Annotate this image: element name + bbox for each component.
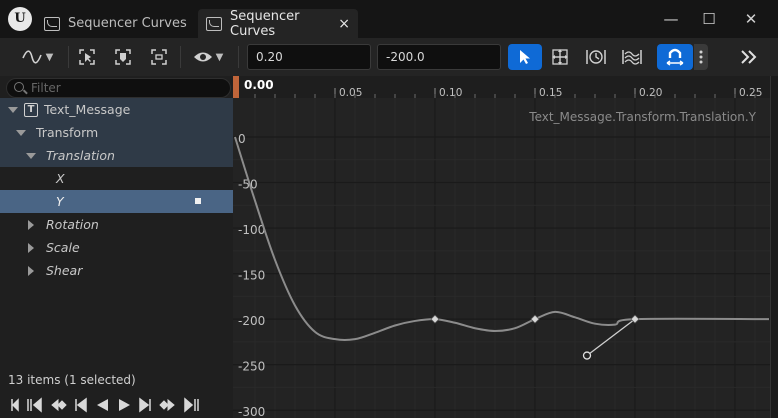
curve-editor-icon: [206, 16, 222, 31]
text-actor-icon: T: [24, 102, 38, 117]
time-tick-label: 0.05: [339, 87, 362, 99]
more-icon: [699, 50, 703, 64]
tree-item-x[interactable]: X: [0, 167, 233, 190]
tree-item-label: Transform: [36, 125, 99, 140]
time-tick-label: 0.10: [439, 87, 462, 99]
maximize-button[interactable]: ☐: [694, 9, 724, 29]
tab-label: Sequencer Curves: [230, 8, 300, 39]
value-field[interactable]: -200.0: [377, 44, 501, 70]
tree-item-text-message[interactable]: T Text_Message: [0, 98, 233, 121]
play-reverse-icon[interactable]: [94, 397, 110, 413]
time-tick-label: 0.25: [739, 87, 762, 99]
frame-selected-button[interactable]: [74, 44, 100, 70]
status-text: 13 items (1 selected): [8, 373, 136, 387]
play-icon[interactable]: [116, 397, 132, 413]
curve-tree-panel: T Text_Message Transform Translation X Y…: [0, 76, 233, 418]
value-tick-label: -250: [238, 360, 265, 374]
tree-item-transform[interactable]: Transform: [0, 121, 233, 144]
transport-controls: [0, 392, 233, 418]
tab-label: Sequencer Curves: [68, 16, 187, 31]
step-forward-icon[interactable]: [138, 397, 152, 413]
curve-graph-svg[interactable]: 0.05 0.10 0.15 0.20 0.250.000-50-100-150-200…: [233, 76, 778, 418]
multi-select-tool-button[interactable]: [618, 44, 646, 70]
tab-sequencer-curves-1[interactable]: Sequencer Curves: [36, 9, 196, 38]
curve-name-label: Text_Message.Transform.Translation.Y: [528, 110, 756, 124]
expand-arrow-icon[interactable]: [26, 152, 36, 159]
tree-item-label: Shear: [46, 263, 83, 278]
go-to-start-icon[interactable]: [10, 397, 20, 413]
minimize-button[interactable]: —: [656, 9, 686, 29]
close-window-button[interactable]: ✕: [736, 9, 766, 29]
collapsed-arrow-icon[interactable]: [28, 242, 34, 253]
fit-view-button[interactable]: [146, 44, 172, 70]
previous-key-icon[interactable]: [50, 397, 68, 413]
frame-all-button[interactable]: [110, 44, 136, 70]
tree-item-label: Y: [56, 194, 64, 209]
tree-item-label: X: [56, 171, 65, 186]
tree-item-shear[interactable]: Shear: [0, 259, 233, 282]
toolbar: ▼ ▼ 0.20 -200.0: [0, 38, 778, 76]
expand-arrow-icon[interactable]: [16, 129, 26, 136]
curve-mode-dropdown[interactable]: ▼: [10, 44, 64, 70]
frame-all-icon: [115, 49, 131, 65]
tree-item-y[interactable]: Y: [0, 190, 233, 213]
curve-editor-graph[interactable]: 0.05 0.10 0.15 0.20 0.25 0.00 0 -50 -100 -150 -200…: [233, 76, 778, 418]
tree-item-label: Scale: [46, 240, 80, 255]
keyframe-indicator-icon: [195, 198, 201, 204]
transform-tool-button[interactable]: [546, 44, 574, 70]
frame-selected-icon: [79, 49, 95, 65]
unreal-logo-icon: U: [8, 7, 32, 31]
collapsed-arrow-icon[interactable]: [28, 219, 34, 230]
value-tick-label: -300: [238, 405, 265, 418]
curve-mode-icon: [21, 50, 42, 64]
transform-tool-icon: [552, 49, 568, 65]
tree-item-scale[interactable]: Scale: [0, 236, 233, 259]
multi-select-tool-icon: [622, 50, 642, 65]
select-tool-button[interactable]: [508, 44, 542, 70]
retime-tool-icon: [586, 50, 606, 64]
filter-input[interactable]: [31, 80, 221, 96]
time-field[interactable]: 0.20: [247, 44, 371, 70]
time-tick-label: 0.15: [539, 87, 562, 99]
tree-item-label: Rotation: [46, 217, 99, 232]
curve-editor-icon: [44, 16, 60, 31]
tree-item-label: Translation: [46, 148, 115, 163]
snap-options-button[interactable]: [694, 44, 708, 70]
value-tick-label: -200: [238, 314, 265, 328]
expand-icon: [741, 50, 757, 64]
current-time-label: 0.00: [244, 78, 274, 92]
collapsed-arrow-icon[interactable]: [28, 265, 34, 276]
value-tick-label: -100: [238, 223, 265, 237]
tree-item-rotation[interactable]: Rotation: [0, 213, 233, 236]
select-tool-icon: [520, 50, 530, 64]
value-tick-label: 0: [238, 132, 246, 146]
visibility-icon: [193, 52, 212, 62]
value-tick-label: -150: [238, 269, 265, 283]
close-tab-icon[interactable]: ×: [338, 16, 350, 32]
jump-back-icon[interactable]: [26, 397, 44, 413]
snap-toggle-button[interactable]: [657, 44, 693, 70]
title-bar: U Sequencer Curves Sequencer Curves × — …: [0, 0, 778, 39]
details-panel-edge: [770, 76, 778, 418]
time-tick-label: 0.20: [639, 87, 662, 99]
visibility-dropdown[interactable]: ▼: [186, 44, 230, 70]
playhead-marker: [233, 76, 239, 98]
step-back-icon[interactable]: [74, 397, 88, 413]
jump-forward-icon[interactable]: [182, 397, 200, 413]
tangent-handle-point: [582, 351, 592, 360]
tree-item-label: Text_Message: [44, 102, 131, 117]
fit-view-icon: [151, 49, 167, 65]
next-key-icon[interactable]: [158, 397, 176, 413]
tree-item-translation[interactable]: Translation: [0, 144, 233, 167]
retime-tool-button[interactable]: [582, 44, 610, 70]
filter-box[interactable]: [6, 78, 231, 98]
tab-sequencer-curves-2[interactable]: Sequencer Curves ×: [198, 8, 358, 39]
search-icon: [14, 82, 24, 92]
expand-toolbar-button[interactable]: [734, 44, 764, 70]
expand-arrow-icon[interactable]: [8, 106, 18, 113]
snap-icon: [666, 48, 684, 66]
